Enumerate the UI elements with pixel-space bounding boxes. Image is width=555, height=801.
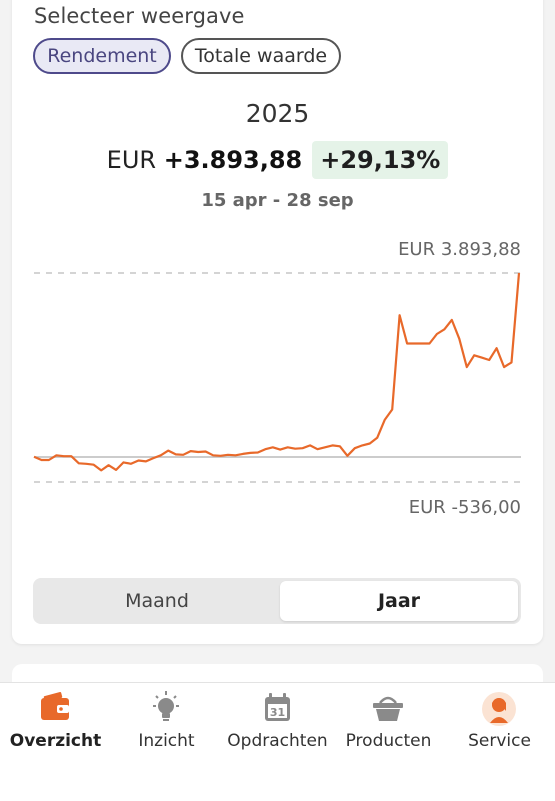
performance-chart (33, 272, 521, 483)
nav-producten-label: Producten (345, 731, 432, 751)
nav-inzicht-label: Inzicht (138, 731, 195, 751)
toggle-maand[interactable]: Maand (36, 581, 278, 621)
bottom-navigation: Overzicht Inzicht 31 Opdrachten Producte… (0, 682, 555, 801)
calendar-icon: 31 (222, 689, 333, 729)
period-toggle: Maand Jaar (33, 578, 521, 624)
lightbulb-icon (111, 689, 222, 729)
series-line (33, 272, 521, 472)
nav-service-label: Service (468, 731, 531, 751)
basket-icon (333, 689, 444, 729)
service-avatar-icon (444, 689, 555, 729)
nav-overzicht-label: Overzicht (9, 731, 102, 751)
toggle-jaar[interactable]: Jaar (280, 581, 518, 621)
calendar-icon-text: 31 (270, 706, 285, 719)
wallet-icon (0, 689, 111, 729)
nav-opdrachten-label: Opdrachten (227, 731, 328, 751)
